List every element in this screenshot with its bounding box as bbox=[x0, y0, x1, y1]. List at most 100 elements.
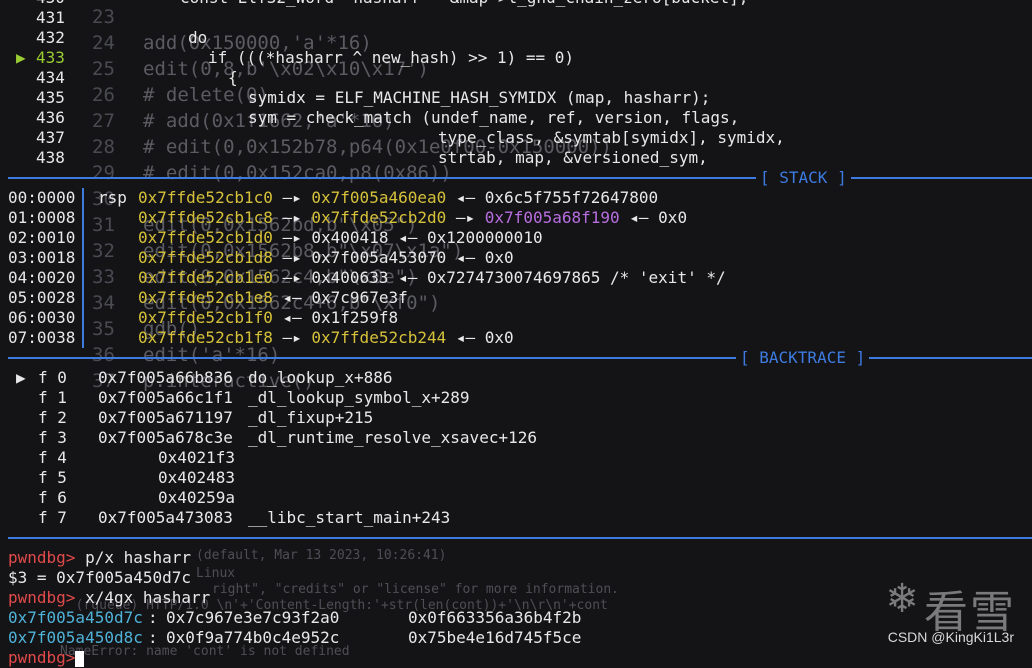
prompt: pwndbg> bbox=[8, 648, 76, 667]
frame-address: 0x7f005a671197 bbox=[98, 408, 233, 427]
pointer-arrow: ◂— bbox=[446, 248, 485, 267]
pointer-arrow: ◂— bbox=[619, 208, 659, 227]
memory-value: 0x0f9a774b0c4e952c bbox=[166, 628, 340, 647]
frame-address: 0x402483 bbox=[158, 468, 236, 487]
pointer-arrow: —▸ bbox=[272, 248, 312, 267]
command-separator bbox=[8, 528, 1032, 548]
stack-value: 0x7274730074697865 /* 'exit' */ bbox=[426, 268, 726, 287]
line-number: 435 bbox=[36, 88, 65, 107]
command-text: p/x hasharr bbox=[75, 548, 192, 567]
frame-address: 0x7f005a678c3e bbox=[98, 428, 233, 447]
stack-chain: 0x7ffde52cb1d0 —▸ 0x400418 ◂— 0x12000000… bbox=[138, 228, 543, 248]
stack-value: 0x7f005a68f190 bbox=[484, 208, 620, 227]
source-code: type_class, &symtab[symidx], symidx, bbox=[438, 128, 785, 147]
stack-value: 0x400633 bbox=[311, 268, 389, 287]
stack-chain: 0x7ffde52cb1c0 —▸ 0x7f005a460ea0 ◂— 0x6c… bbox=[138, 188, 658, 208]
stack-value: 0x400418 bbox=[311, 228, 389, 247]
pointer-arrow: ◂— bbox=[388, 268, 427, 287]
stack-offset: 03:0018 bbox=[8, 248, 76, 267]
source-code: const Elf32_Word *hasharr = &map->l_gnu_… bbox=[180, 0, 748, 8]
line-number: 433 bbox=[36, 48, 65, 67]
stack-value: 0x0 bbox=[484, 328, 514, 347]
credit-text: CSDN @KingKi1L3r bbox=[887, 629, 1014, 645]
pointer-arrow: —▸ bbox=[272, 328, 312, 347]
stack-address: 0x7ffde52cb1d8 bbox=[138, 248, 273, 267]
stack-offset: 00:0000 bbox=[8, 188, 76, 207]
frame-symbol: __libc_start_main+243 bbox=[248, 508, 451, 527]
frame-address: 0x7f005a473083 bbox=[98, 508, 233, 527]
stack-chain: 0x7ffde52cb1f8 —▸ 0x7ffde52cb244 ◂— 0x0 bbox=[138, 328, 514, 348]
source-code: symidx = ELF_MACHINE_HASH_SYMIDX (map, h… bbox=[248, 88, 711, 107]
stack-offset: 01:0008 bbox=[8, 208, 76, 227]
stack-offset: 02:0010 bbox=[8, 228, 76, 247]
stack-address: 0x7ffde52cb1d0 bbox=[138, 228, 273, 247]
stack-value: 0x6c5f755f72647800 bbox=[484, 188, 659, 207]
stack-value: 0x7f005a460ea0 bbox=[311, 188, 447, 207]
memory-address: 0x7f005a450d7c bbox=[8, 608, 143, 627]
line-number: 434 bbox=[36, 68, 65, 87]
stack-chain: 0x7ffde52cb1e0 —▸ 0x400633 ◂— 0x72747300… bbox=[138, 268, 726, 288]
frame-symbol: _dl_runtime_resolve_xsavec+126 bbox=[248, 428, 537, 447]
prompt: pwndbg> bbox=[8, 548, 76, 567]
stack-value: 0x1f259f8 bbox=[311, 308, 399, 327]
frame-index: f 1 bbox=[38, 388, 67, 407]
stack-address: 0x7ffde52cb1e0 bbox=[138, 268, 273, 287]
frame-address: 0x40259a bbox=[158, 488, 236, 507]
pointer-arrow: ◂— bbox=[272, 288, 312, 307]
frame-marker: ▶ bbox=[16, 368, 26, 387]
pointer-arrow: ◂— bbox=[272, 308, 312, 327]
pointer-arrow: —▸ bbox=[272, 228, 312, 247]
stack-value: 0x7f005a453070 bbox=[311, 248, 447, 267]
frame-address: 0x7f005a66b836 bbox=[98, 368, 233, 387]
memory-address: 0x7f005a450d8c bbox=[8, 628, 143, 647]
stack-offset: 04:0020 bbox=[8, 268, 76, 287]
command-line-2[interactable]: pwndbg> x/4gx hasharr bbox=[8, 588, 210, 608]
pointer-arrow: —▸ bbox=[272, 188, 312, 207]
frame-index: f 2 bbox=[38, 408, 67, 427]
command-text: x/4gx hasharr bbox=[75, 588, 211, 607]
line-number: 432 bbox=[36, 28, 65, 47]
cursor bbox=[75, 650, 85, 667]
memory-colon: : bbox=[148, 628, 158, 647]
source-code: strtab, map, &versioned_sym, bbox=[438, 148, 708, 167]
stack-chain: 0x7ffde52cb1e8 ◂— 0x7c967e3f bbox=[138, 288, 408, 308]
line-number: 431 bbox=[36, 8, 65, 27]
stack-offset: 06:0030 bbox=[8, 308, 76, 327]
source-code: do bbox=[188, 28, 208, 47]
frame-symbol: do_lookup_x+886 bbox=[248, 368, 393, 387]
line-number: 436 bbox=[36, 108, 65, 127]
frame-address: 0x4021f3 bbox=[158, 448, 236, 467]
stack-chain: 0x7ffde52cb1d8 —▸ 0x7f005a453070 ◂— 0x0 bbox=[138, 248, 514, 268]
pointer-arrow: ◂— bbox=[388, 228, 427, 247]
stack-value: 0x7ffde52cb244 bbox=[311, 328, 447, 347]
backtrace-separator: [ BACKTRACE ] bbox=[8, 348, 1032, 368]
frame-address: 0x7f005a66c1f1 bbox=[98, 388, 233, 407]
command-line-3[interactable]: pwndbg> bbox=[8, 648, 85, 668]
stack-title: [ STACK ] bbox=[756, 168, 851, 188]
command-line-1[interactable]: pwndbg> p/x hasharr bbox=[8, 548, 191, 568]
stack-address: 0x7ffde52cb1f8 bbox=[138, 328, 273, 347]
memory-colon: : bbox=[148, 608, 158, 627]
pointer-arrow: ◂— bbox=[446, 328, 485, 347]
stack-address: 0x7ffde52cb1f0 bbox=[138, 308, 273, 327]
stack-value: 0x7ffde52cb2d0 bbox=[311, 208, 447, 227]
source-code: if (((*hasharr ^ new_hash) >> 1) == 0) bbox=[208, 48, 575, 67]
stack-separator: [ STACK ] bbox=[8, 168, 1032, 188]
frame-index: f 0 bbox=[38, 368, 67, 387]
frame-index: f 6 bbox=[38, 488, 67, 507]
frame-symbol: _dl_lookup_symbol_x+289 bbox=[248, 388, 470, 407]
source-code: { bbox=[228, 68, 238, 87]
pointer-arrow: —▸ bbox=[446, 208, 485, 227]
pointer-arrow: —▸ bbox=[272, 268, 312, 287]
line-number: 430 bbox=[36, 0, 65, 8]
source-code: sym = check_match (undef_name, ref, vers… bbox=[248, 108, 740, 127]
frame-index: f 5 bbox=[38, 468, 67, 487]
pointer-arrow: ◂— bbox=[446, 188, 485, 207]
stack-value: 0x0 bbox=[484, 248, 514, 267]
current-line-marker: ▶ bbox=[16, 48, 26, 67]
frame-index: f 3 bbox=[38, 428, 67, 447]
backtrace-title: [ BACKTRACE ] bbox=[736, 348, 870, 368]
stack-register: rsp bbox=[98, 188, 127, 207]
stack-offset: 05:0028 bbox=[8, 288, 76, 307]
terminal-window[interactable]: 430 const Elf32_Word *hasharr = &map->l_g… bbox=[0, 0, 1032, 667]
